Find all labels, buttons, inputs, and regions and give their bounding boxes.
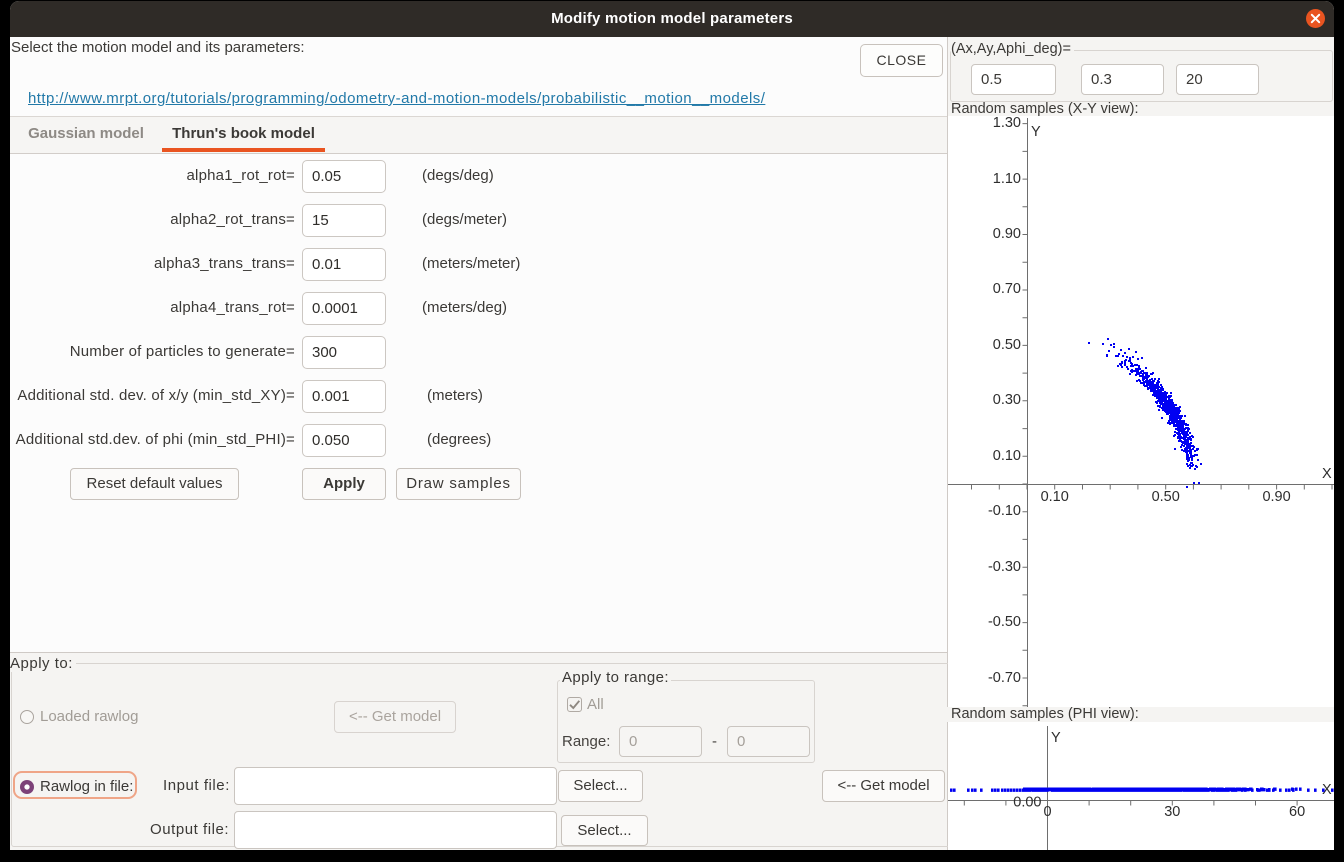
svg-text:0.30: 0.30 (993, 392, 1021, 408)
svg-text:60: 60 (1289, 804, 1305, 820)
svg-text:0.00: 0.00 (1013, 795, 1041, 811)
svg-text:X: X (1322, 466, 1332, 482)
svg-text:-0.30: -0.30 (988, 559, 1021, 575)
svg-text:0.50: 0.50 (1152, 489, 1180, 505)
svg-text:30: 30 (1164, 804, 1180, 820)
svg-text:1.10: 1.10 (993, 171, 1021, 187)
svg-text:0.10: 0.10 (1041, 489, 1069, 505)
svg-text:0.90: 0.90 (1262, 489, 1290, 505)
svg-text:Y: Y (1031, 124, 1041, 140)
svg-text:1.30: 1.30 (993, 116, 1021, 131)
svg-text:0.50: 0.50 (993, 337, 1021, 353)
svg-text:-0.10: -0.10 (988, 503, 1021, 519)
svg-text:-0.50: -0.50 (988, 614, 1021, 630)
svg-text:-0.70: -0.70 (988, 670, 1021, 686)
svg-text:0.90: 0.90 (993, 226, 1021, 242)
svg-text:Y: Y (1051, 730, 1061, 746)
svg-text:0.70: 0.70 (993, 281, 1021, 297)
svg-text:0.10: 0.10 (993, 448, 1021, 464)
svg-text:0: 0 (1043, 804, 1051, 820)
